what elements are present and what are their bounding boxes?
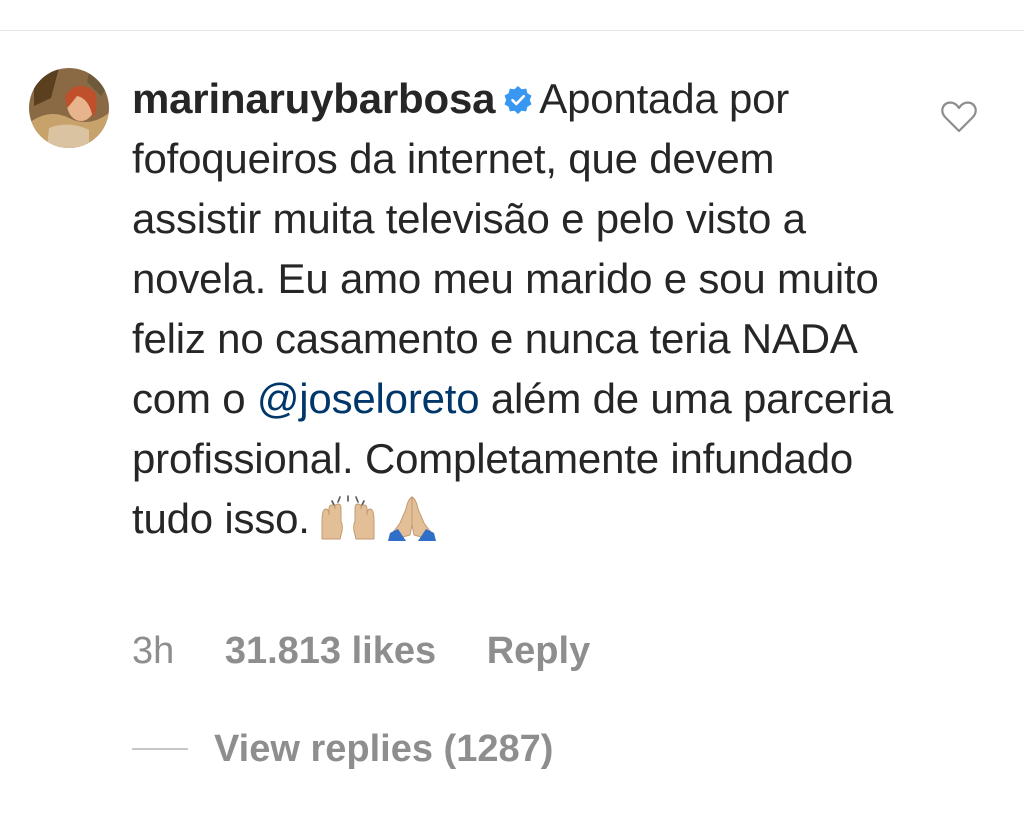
raising-hands-icon [318, 495, 378, 557]
replies-divider [132, 748, 188, 750]
avatar-image [29, 68, 109, 148]
comment-timestamp[interactable]: 3h [132, 630, 174, 672]
comment-text: Apontada por fofoqueiros da internet, qu… [132, 75, 879, 422]
heart-outline-icon[interactable] [940, 100, 978, 134]
likes-count[interactable]: 31.813 likes [225, 630, 436, 672]
comment-meta: 3h 31.813 likes Reply [132, 626, 630, 676]
view-replies-button[interactable]: View replies (1287) [132, 722, 553, 776]
folded-hands-icon [386, 495, 438, 557]
reply-button[interactable]: Reply [487, 630, 590, 672]
view-replies-label: View replies (1287) [214, 727, 554, 770]
avatar[interactable] [29, 68, 109, 148]
top-divider [0, 30, 1024, 31]
comment-username[interactable]: marinaruybarbosa [132, 75, 495, 122]
comment-body: marinaruybarbosa Apontada por fofoqueiro… [132, 69, 902, 557]
mention-link[interactable]: @joseloreto [257, 375, 480, 422]
comment-text-continued: além de uma parceria profissional. Compl… [132, 375, 894, 542]
verified-badge-icon [503, 71, 533, 114]
